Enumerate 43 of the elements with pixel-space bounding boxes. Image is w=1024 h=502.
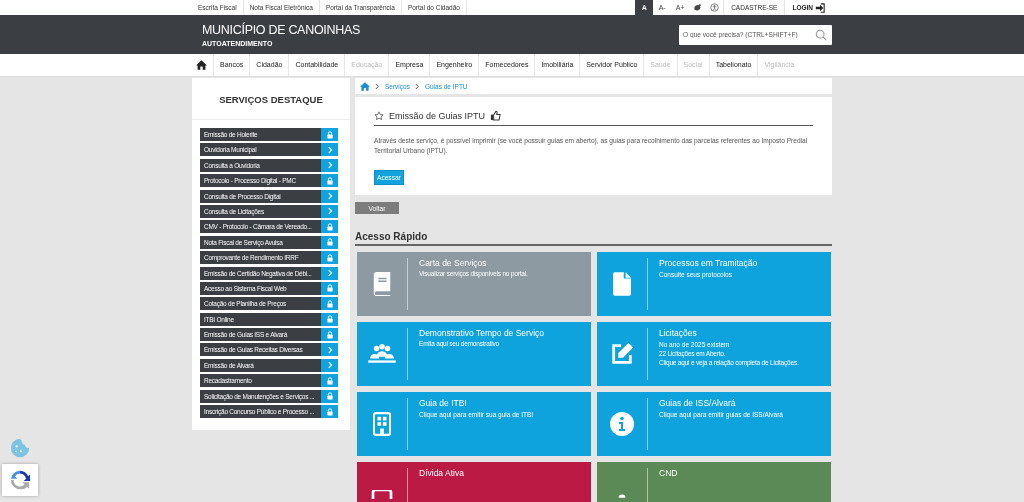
lock-icon	[325, 315, 334, 324]
captcha-badge[interactable]	[2, 464, 38, 496]
tile-title: CND	[659, 468, 678, 478]
building-icon	[373, 412, 391, 436]
login-icon	[815, 2, 825, 13]
lock-icon	[325, 176, 334, 185]
edit-icon	[610, 342, 634, 366]
tile-title: Carta de Serviços	[419, 258, 488, 268]
star-icon[interactable]	[374, 110, 384, 121]
lock-icon	[325, 330, 334, 339]
meeting-icon	[367, 343, 397, 365]
search-icon	[815, 28, 827, 41]
lock-icon	[325, 407, 334, 416]
lock-icon	[325, 299, 334, 308]
tile-title: Licitações	[659, 328, 698, 338]
lock-icon	[325, 376, 334, 385]
lock-icon	[325, 222, 334, 231]
quick-access-tile[interactable]: Dívida Ativa	[357, 462, 591, 502]
captcha-icon	[9, 469, 31, 491]
lock-icon	[325, 253, 334, 262]
lock-icon	[325, 392, 334, 401]
contrast-icon[interactable]	[693, 3, 703, 12]
tile-title: Dívida Ativa	[419, 468, 464, 478]
tile-title: Processos em Tramitação	[659, 258, 758, 268]
tile-title: Demonstrativo Tempo de Serviço	[419, 328, 545, 338]
book-icon	[371, 272, 393, 296]
accessibility-icon[interactable]	[710, 3, 720, 12]
site-title: MUNICÍPIO DE CANOINHAS	[202, 22, 360, 37]
chevron-right-icon	[375, 82, 380, 90]
lock-icon	[325, 284, 334, 293]
chevron-right-icon	[414, 82, 420, 90]
info-icon	[610, 412, 634, 436]
quick-access-tile[interactable]: CND	[597, 462, 831, 502]
lock-icon	[325, 130, 334, 139]
thumbs-up-icon[interactable]	[490, 110, 502, 121]
section-heading: Acesso Rápido	[355, 231, 832, 246]
lock-icon	[325, 238, 334, 247]
service-title: Emissão de Guias IPTU	[389, 110, 486, 121]
file-icon	[613, 272, 631, 296]
tile-title: Guia de ITBI	[419, 398, 468, 408]
sidebar-title: SERVIÇOS DESTAQUE	[218, 93, 324, 107]
chevron-right-icon	[325, 269, 334, 277]
tile-title: Guias de ISS/Alvará	[659, 398, 737, 408]
